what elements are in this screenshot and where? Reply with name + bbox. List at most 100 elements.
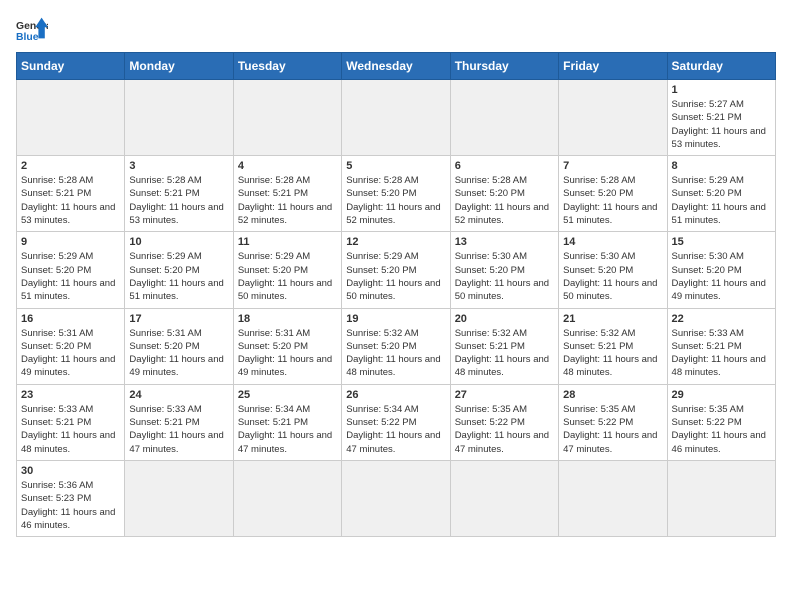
logo-icon: General Blue	[16, 16, 48, 44]
calendar-cell	[342, 80, 450, 156]
col-thursday: Thursday	[450, 53, 558, 80]
calendar-cell	[342, 460, 450, 536]
day-number: 25	[238, 389, 337, 401]
cell-content: Sunrise: 5:28 AMSunset: 5:20 PMDaylight:…	[563, 174, 662, 227]
day-number: 13	[455, 236, 554, 248]
calendar-cell	[667, 460, 775, 536]
cell-content: Sunrise: 5:28 AMSunset: 5:20 PMDaylight:…	[455, 174, 554, 227]
calendar-cell: 25Sunrise: 5:34 AMSunset: 5:21 PMDayligh…	[233, 384, 341, 460]
calendar-cell: 5 Sunrise: 5:28 AMSunset: 5:20 PMDaylight…	[342, 156, 450, 232]
cell-content: Sunrise: 5:31 AMSunset: 5:20 PMDaylight:…	[129, 327, 228, 380]
day-number: 14	[563, 236, 662, 248]
calendar-cell: 2Sunrise: 5:28 AMSunset: 5:21 PMDaylight…	[17, 156, 125, 232]
calendar-cell: 12 Sunrise: 5:29 AMSunset: 5:20 PMDayligh…	[342, 232, 450, 308]
day-number: 15	[672, 236, 771, 248]
calendar-cell: 30Sunrise: 5:36 AMSunset: 5:23 PMDayligh…	[17, 460, 125, 536]
day-number: 9	[21, 236, 120, 248]
calendar-cell: 14 Sunrise: 5:30 AMSunset: 5:20 PMDayligh…	[559, 232, 667, 308]
day-number: 30	[21, 465, 120, 477]
day-number: 24	[129, 389, 228, 401]
calendar-cell: 4 Sunrise: 5:28 AMSunset: 5:21 PMDaylight…	[233, 156, 341, 232]
calendar-cell: 1Sunrise: 5:27 AMSunset: 5:21 PMDaylight…	[667, 80, 775, 156]
day-number: 28	[563, 389, 662, 401]
cell-content: Sunrise: 5:35 AMSunset: 5:22 PMDaylight:…	[563, 403, 662, 456]
day-number: 23	[21, 389, 120, 401]
day-number: 11	[238, 236, 337, 248]
day-number: 8	[672, 160, 771, 172]
week-row-4: 23 Sunrise: 5:33 AMSunset: 5:21 PMDayligh…	[17, 384, 776, 460]
calendar-cell: 15Sunrise: 5:30 AMSunset: 5:20 PMDayligh…	[667, 232, 775, 308]
col-sunday: Sunday	[17, 53, 125, 80]
day-number: 26	[346, 389, 445, 401]
calendar-cell: 10Sunrise: 5:29 AMSunset: 5:20 PMDayligh…	[125, 232, 233, 308]
day-number: 1	[672, 84, 771, 96]
cell-content: Sunrise: 5:35 AMSunset: 5:22 PMDaylight:…	[672, 403, 771, 456]
day-number: 19	[346, 313, 445, 325]
calendar-cell	[233, 460, 341, 536]
cell-content: Sunrise: 5:31 AMSunset: 5:20 PMDaylight:…	[238, 327, 337, 380]
calendar-cell	[125, 80, 233, 156]
calendar-cell: 13 Sunrise: 5:30 AMSunset: 5:20 PMDayligh…	[450, 232, 558, 308]
cell-content: Sunrise: 5:33 AMSunset: 5:21 PMDaylight:…	[129, 403, 228, 456]
calendar-cell: 19 Sunrise: 5:32 AMSunset: 5:20 PMDayligh…	[342, 308, 450, 384]
day-number: 20	[455, 313, 554, 325]
col-saturday: Saturday	[667, 53, 775, 80]
calendar-cell: 22 Sunrise: 5:33 AMSunset: 5:21 PMDayligh…	[667, 308, 775, 384]
col-monday: Monday	[125, 53, 233, 80]
page-header: General Blue	[16, 16, 776, 44]
cell-content: Sunrise: 5:28 AMSunset: 5:21 PMDaylight:…	[238, 174, 337, 227]
cell-content: Sunrise: 5:29 AMSunset: 5:20 PMDaylight:…	[346, 250, 445, 303]
day-number: 2	[21, 160, 120, 172]
calendar-table: Sunday Monday Tuesday Wednesday Thursday…	[16, 52, 776, 537]
calendar-cell	[17, 80, 125, 156]
week-row-3: 16 Sunrise: 5:31 AMSunset: 5:20 PMDayligh…	[17, 308, 776, 384]
col-friday: Friday	[559, 53, 667, 80]
calendar-cell: 18 Sunrise: 5:31 AMSunset: 5:20 PMDayligh…	[233, 308, 341, 384]
calendar-cell: 23 Sunrise: 5:33 AMSunset: 5:21 PMDayligh…	[17, 384, 125, 460]
week-row-2: 9 Sunrise: 5:29 AMSunset: 5:20 PMDaylight…	[17, 232, 776, 308]
cell-content: Sunrise: 5:32 AMSunset: 5:21 PMDaylight:…	[455, 327, 554, 380]
calendar-cell: 24 Sunrise: 5:33 AMSunset: 5:21 PMDayligh…	[125, 384, 233, 460]
calendar-cell: 28 Sunrise: 5:35 AMSunset: 5:22 PMDayligh…	[559, 384, 667, 460]
cell-content: Sunrise: 5:33 AMSunset: 5:21 PMDaylight:…	[672, 327, 771, 380]
calendar-cell: 20 Sunrise: 5:32 AMSunset: 5:21 PMDayligh…	[450, 308, 558, 384]
cell-content: Sunrise: 5:32 AMSunset: 5:21 PMDaylight:…	[563, 327, 662, 380]
week-row-5: 30Sunrise: 5:36 AMSunset: 5:23 PMDayligh…	[17, 460, 776, 536]
cell-content: Sunrise: 5:29 AMSunset: 5:20 PMDaylight:…	[238, 250, 337, 303]
header-row: Sunday Monday Tuesday Wednesday Thursday…	[17, 53, 776, 80]
day-number: 22	[672, 313, 771, 325]
day-number: 12	[346, 236, 445, 248]
day-number: 6	[455, 160, 554, 172]
calendar-cell	[559, 80, 667, 156]
col-wednesday: Wednesday	[342, 53, 450, 80]
cell-content: Sunrise: 5:30 AMSunset: 5:20 PMDaylight:…	[455, 250, 554, 303]
cell-content: Sunrise: 5:34 AMSunset: 5:22 PMDaylight:…	[346, 403, 445, 456]
cell-content: Sunrise: 5:33 AMSunset: 5:21 PMDaylight:…	[21, 403, 120, 456]
day-number: 4	[238, 160, 337, 172]
day-number: 7	[563, 160, 662, 172]
day-number: 17	[129, 313, 228, 325]
calendar-cell: 11 Sunrise: 5:29 AMSunset: 5:20 PMDayligh…	[233, 232, 341, 308]
calendar-cell: 3 Sunrise: 5:28 AMSunset: 5:21 PMDaylight…	[125, 156, 233, 232]
day-number: 5	[346, 160, 445, 172]
day-number: 3	[129, 160, 228, 172]
col-tuesday: Tuesday	[233, 53, 341, 80]
cell-content: Sunrise: 5:28 AMSunset: 5:21 PMDaylight:…	[129, 174, 228, 227]
day-number: 29	[672, 389, 771, 401]
calendar-cell	[559, 460, 667, 536]
cell-content: Sunrise: 5:32 AMSunset: 5:20 PMDaylight:…	[346, 327, 445, 380]
day-number: 27	[455, 389, 554, 401]
cell-content: Sunrise: 5:30 AMSunset: 5:20 PMDaylight:…	[563, 250, 662, 303]
calendar-cell: 26 Sunrise: 5:34 AMSunset: 5:22 PMDayligh…	[342, 384, 450, 460]
calendar-cell: 17 Sunrise: 5:31 AMSunset: 5:20 PMDayligh…	[125, 308, 233, 384]
day-number: 18	[238, 313, 337, 325]
calendar-cell: 29 Sunrise: 5:35 AMSunset: 5:22 PMDayligh…	[667, 384, 775, 460]
cell-content: Sunrise: 5:29 AMSunset: 5:20 PMDaylight:…	[129, 250, 228, 303]
calendar-cell	[233, 80, 341, 156]
logo: General Blue	[16, 16, 48, 44]
cell-content: Sunrise: 5:29 AMSunset: 5:20 PMDaylight:…	[21, 250, 120, 303]
day-number: 16	[21, 313, 120, 325]
calendar-cell: 7 Sunrise: 5:28 AMSunset: 5:20 PMDaylight…	[559, 156, 667, 232]
cell-content: Sunrise: 5:28 AMSunset: 5:20 PMDaylight:…	[346, 174, 445, 227]
calendar-cell: 6 Sunrise: 5:28 AMSunset: 5:20 PMDaylight…	[450, 156, 558, 232]
